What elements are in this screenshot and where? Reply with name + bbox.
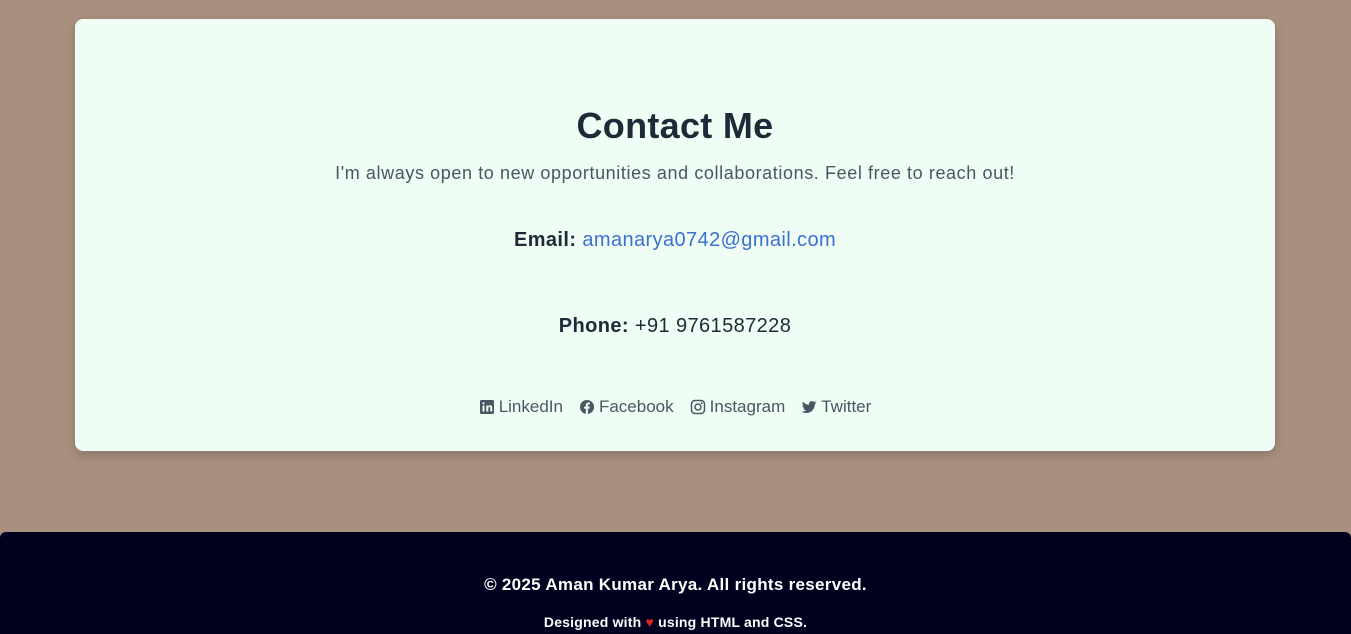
twitter-link[interactable]: Twitter — [801, 397, 871, 417]
page-title: Contact Me — [576, 105, 774, 146]
email-link[interactable]: amanarya0742@gmail.com — [582, 229, 836, 251]
heart-icon: ♥ — [645, 614, 654, 630]
email-label: Email: — [513, 229, 577, 251]
instagram-label: Instagram — [709, 397, 786, 416]
copyright-text: © 2025 Aman Kumar Arya. All rights reser… — [484, 575, 867, 594]
contact-subtitle: I'm always open to new opportunities and… — [335, 163, 1015, 183]
facebook-label: Facebook — [598, 397, 674, 416]
email-row: Email: amanarya0742@gmail.com — [75, 229, 1275, 252]
facebook-link[interactable]: Facebook — [579, 397, 674, 417]
designed-with-text: Designed with ♥ using HTML and CSS. — [0, 614, 1351, 630]
phone-row: Phone: +91 9761587228 — [75, 315, 1275, 338]
twitter-label: Twitter — [821, 397, 872, 416]
contact-card: Contact Me I'm always open to new opport… — [75, 19, 1275, 451]
phone-label: Phone: — [558, 315, 629, 337]
linkedin-label: LinkedIn — [498, 397, 563, 416]
linkedin-icon — [479, 399, 495, 415]
instagram-link[interactable]: Instagram — [690, 397, 786, 417]
designed-suffix: using HTML and CSS. — [658, 614, 808, 630]
instagram-icon — [690, 399, 706, 415]
linkedin-link[interactable]: LinkedIn — [479, 397, 563, 417]
facebook-icon — [579, 399, 595, 415]
phone-value: +91 9761587228 — [634, 315, 792, 337]
twitter-icon — [801, 399, 817, 415]
designed-prefix: Designed with — [543, 614, 642, 630]
site-footer: © 2025 Aman Kumar Arya. All rights reser… — [0, 532, 1351, 634]
social-links: LinkedIn Facebook Instagram Twitter — [75, 397, 1275, 417]
